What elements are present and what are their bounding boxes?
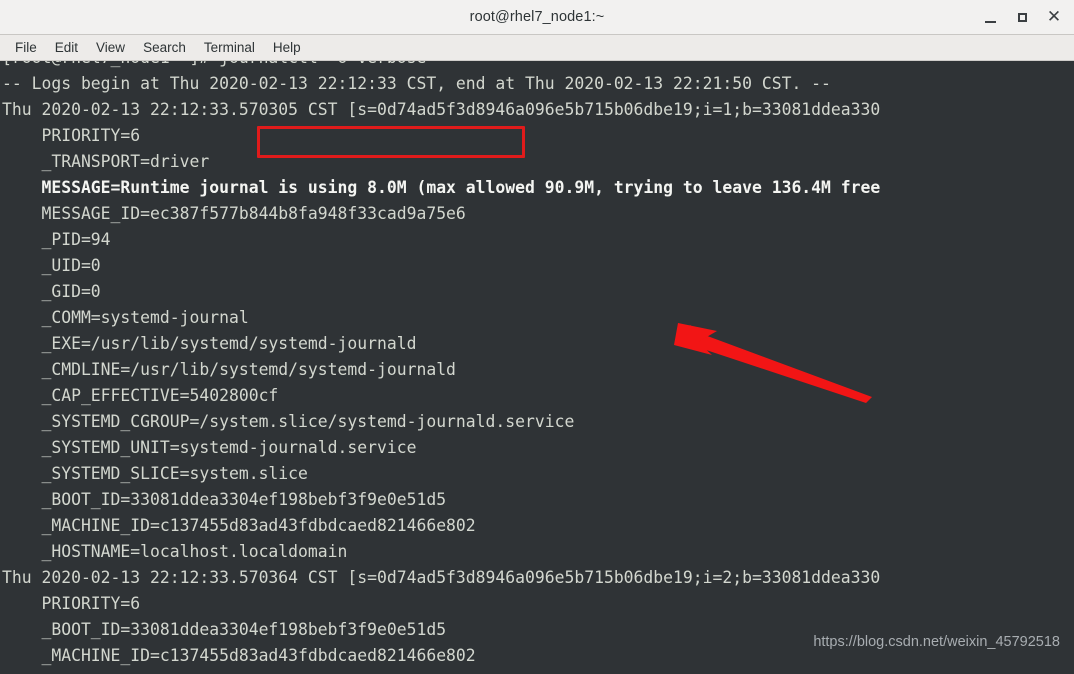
menu-item-edit[interactable]: Edit bbox=[46, 38, 87, 57]
terminal-line: PRIORITY=6 bbox=[2, 126, 141, 145]
terminal-line: _MACHINE_ID=c137455d83ad43fdbdcaed821466… bbox=[2, 516, 476, 535]
terminal-line: _SYSTEMD_CGROUP=/system.slice/systemd-jo… bbox=[2, 412, 575, 431]
terminal-line: _GID=0 bbox=[2, 282, 101, 301]
title-bar[interactable]: root@rhel7_node1:~ ✕ bbox=[0, 0, 1074, 35]
terminal-line: MESSAGE_ID=ec387f577b844b8fa948f33cad9a7… bbox=[2, 204, 466, 223]
minimize-icon bbox=[984, 20, 996, 23]
maximize-button[interactable] bbox=[1006, 3, 1038, 33]
window-controls: ✕ bbox=[974, 0, 1070, 35]
terminal-line: _UID=0 bbox=[2, 256, 101, 275]
close-icon: ✕ bbox=[1046, 7, 1062, 27]
menu-item-terminal[interactable]: Terminal bbox=[195, 38, 264, 57]
terminal-line: _EXE=/usr/lib/systemd/systemd-journald bbox=[2, 334, 417, 353]
terminal-text: [root@rhel7_node1 ~]# journalctl -o verb… bbox=[2, 61, 1074, 674]
menu-item-view[interactable]: View bbox=[87, 38, 134, 57]
window-title: root@rhel7_node1:~ bbox=[469, 9, 605, 25]
terminal-window: root@rhel7_node1:~ ✕ File Edit View Sear… bbox=[0, 0, 1074, 674]
terminal-line: MESSAGE=Runtime journal is using 8.0M (m… bbox=[2, 178, 881, 197]
terminal-line: -- Logs begin at Thu 2020-02-13 22:12:33… bbox=[2, 74, 831, 93]
menu-item-file[interactable]: File bbox=[6, 38, 46, 57]
terminal-line: _CAP_EFFECTIVE=5402800cf bbox=[2, 386, 279, 405]
menu-item-help[interactable]: Help bbox=[264, 38, 310, 57]
terminal-line: _HOSTNAME=localhost.localdomain bbox=[2, 669, 1074, 674]
terminal-line: _TRANSPORT=driver bbox=[2, 152, 210, 171]
terminal-line: _HOSTNAME=localhost.localdomain bbox=[2, 542, 348, 561]
terminal-line: _SYSTEMD_SLICE=system.slice bbox=[2, 464, 308, 483]
close-button[interactable]: ✕ bbox=[1038, 3, 1070, 33]
minimize-button[interactable] bbox=[974, 3, 1006, 33]
terminal-line: PRIORITY=6 bbox=[2, 594, 141, 613]
terminal-line: _BOOT_ID=33081ddea3304ef198bebf3f9e0e51d… bbox=[2, 490, 447, 509]
terminal-line: Thu 2020-02-13 22:12:33.570305 CST [s=0d… bbox=[2, 100, 881, 119]
menu-item-search[interactable]: Search bbox=[134, 38, 195, 57]
terminal-line: _CMDLINE=/usr/lib/systemd/systemd-journa… bbox=[2, 360, 456, 379]
terminal-output-area[interactable]: [root@rhel7_node1 ~]# journalctl -o verb… bbox=[0, 61, 1074, 674]
terminal-line: _PID=94 bbox=[2, 230, 111, 249]
maximize-icon bbox=[1017, 13, 1027, 22]
watermark-text: https://blog.csdn.net/weixin_45792518 bbox=[813, 634, 1060, 650]
menu-bar: File Edit View Search Terminal Help bbox=[0, 35, 1074, 61]
terminal-line: _COMM=systemd-journal bbox=[2, 308, 249, 327]
terminal-line: Thu 2020-02-13 22:12:33.570364 CST [s=0d… bbox=[2, 568, 881, 587]
terminal-line: [root@rhel7_node1 ~]# journalctl -o verb… bbox=[2, 61, 1074, 71]
terminal-line: _SYSTEMD_UNIT=systemd-journald.service bbox=[2, 438, 417, 457]
